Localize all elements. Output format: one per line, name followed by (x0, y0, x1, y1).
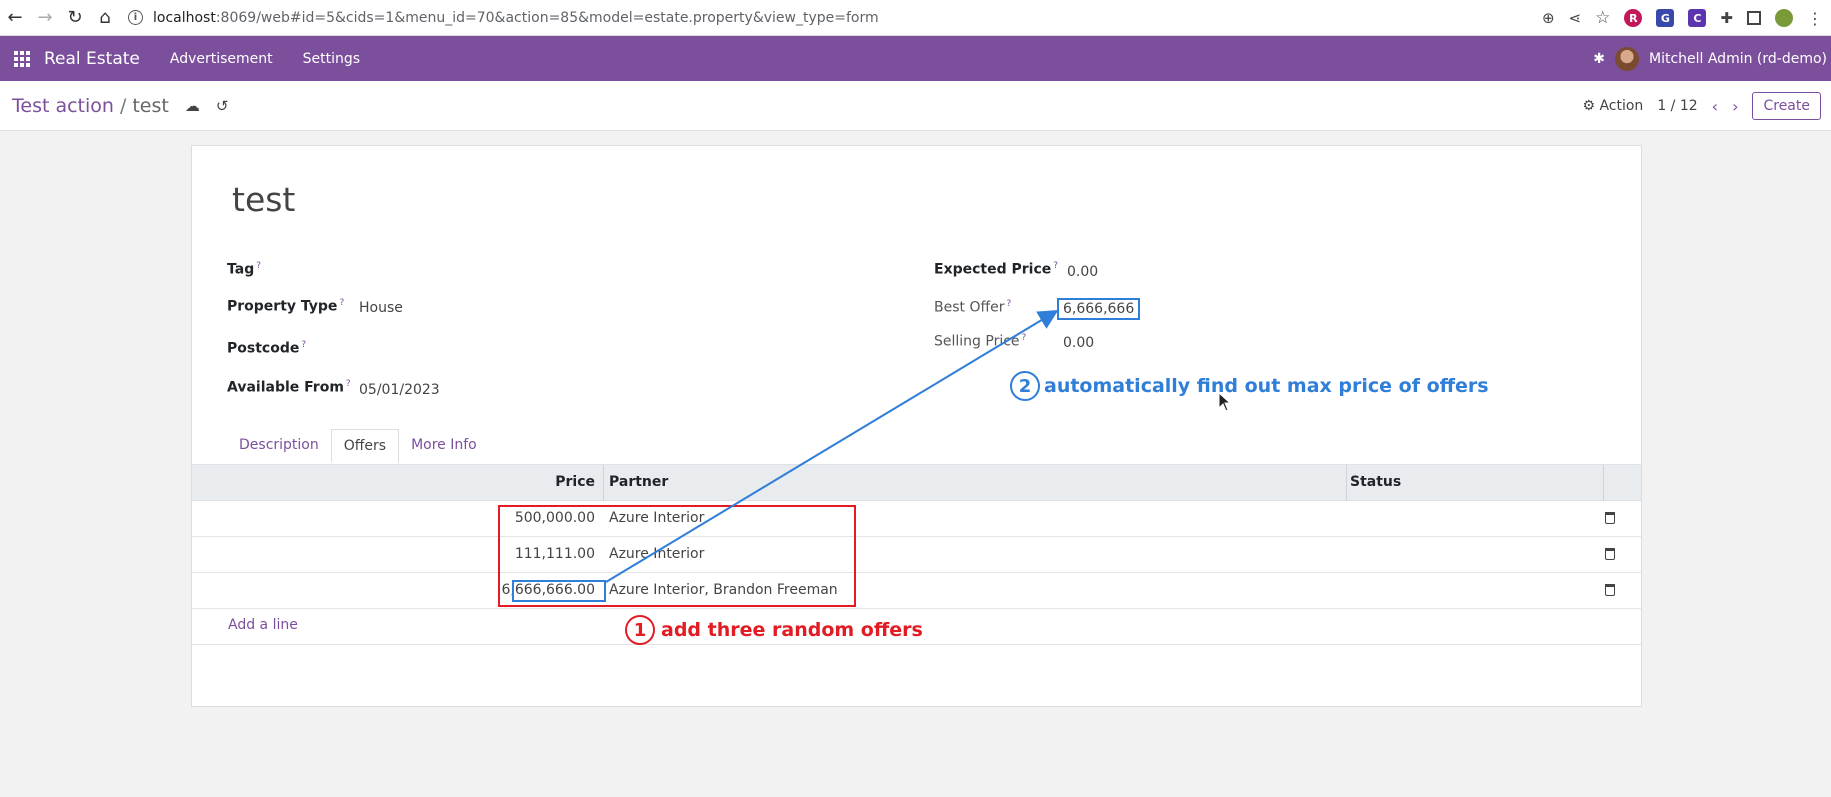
share-icon[interactable]: ⋖ (1569, 9, 1582, 27)
tab-description[interactable]: Description (227, 429, 331, 463)
browser-toolbar: ← → ↻ ⌂ i localhost:8069/web#id=5&cids=1… (0, 0, 1831, 36)
field-label-postcode: Postcode? (227, 340, 306, 357)
trash-icon[interactable] (1605, 584, 1615, 596)
pager-value[interactable]: 1 / 12 (1657, 98, 1697, 114)
property-type-label-text: Property Type (227, 298, 338, 315)
app-brand[interactable]: Real Estate (44, 49, 140, 69)
field-label-expected-price: Expected Price? (934, 261, 1058, 278)
help-mark[interactable]: ? (301, 340, 306, 350)
discard-icon[interactable]: ↺ (216, 97, 229, 115)
field-label-available-from: Available From? (227, 379, 351, 396)
field-value-best-offer: 6,666,666 (1057, 298, 1141, 320)
field-label-selling-price: Selling Price? (934, 333, 1026, 350)
breadcrumb-separator: / (119, 94, 127, 117)
record-title[interactable]: test (232, 180, 295, 219)
field-label-tag: Tag? (227, 261, 261, 278)
postcode-label-text: Postcode (227, 340, 300, 357)
back-icon[interactable]: ← (0, 3, 30, 33)
add-line-link[interactable]: Add a line (228, 617, 298, 633)
create-button[interactable]: Create (1752, 92, 1821, 120)
puzzle-icon[interactable]: ✚ (1720, 9, 1733, 27)
extension-icon[interactable]: R (1624, 9, 1643, 27)
table-row[interactable]: 500,000.00 Azure Interior (192, 501, 1641, 537)
user-menu[interactable]: Mitchell Admin (rd-demo) (1649, 51, 1827, 67)
action-label: Action (1599, 98, 1644, 114)
trash-icon[interactable] (1605, 548, 1615, 560)
best-offer-label-text: Best Offer (934, 299, 1005, 316)
pager-prev-icon[interactable]: ‹ (1712, 97, 1718, 116)
gear-icon: ⚙ (1582, 98, 1595, 114)
address-bar[interactable]: i localhost:8069/web#id=5&cids=1&menu_id… (128, 10, 879, 26)
main-navbar: Real Estate Advertisement Settings ✱ Mit… (0, 36, 1831, 81)
kebab-menu-icon[interactable]: ⋮ (1807, 9, 1823, 28)
profile-icon[interactable] (1775, 9, 1793, 27)
notebook-tabs: Description Offers More Info (227, 429, 489, 463)
breadcrumb-parent[interactable]: Test action (12, 95, 114, 117)
breadcrumb-current: test (132, 94, 169, 117)
table-row[interactable]: 6,666,666.00 Azure Interior, Brandon Fre… (192, 573, 1641, 609)
help-mark[interactable]: ? (339, 298, 344, 308)
reload-icon[interactable]: ↻ (60, 3, 90, 33)
help-mark[interactable]: ? (1053, 261, 1058, 271)
tab-offers[interactable]: Offers (330, 429, 400, 463)
step-2-text: automatically find out max price of offe… (1044, 375, 1489, 397)
url-path: :8069/web#id=5&cids=1&menu_id=70&action=… (215, 9, 879, 26)
annotation-blue-box (512, 580, 606, 602)
step-1-number: 1 (625, 615, 655, 645)
help-mark[interactable]: ? (256, 261, 261, 271)
column-divider (603, 465, 604, 501)
selling-price-label-text: Selling Price (934, 333, 1020, 350)
trash-icon[interactable] (1605, 512, 1615, 524)
column-header-partner[interactable]: Partner (609, 474, 668, 490)
table-row[interactable]: 111,111.00 Azure Interior (192, 537, 1641, 573)
annotation-step-1: 1 add three random offers (625, 615, 923, 645)
home-icon[interactable]: ⌂ (90, 3, 120, 33)
help-mark[interactable]: ? (1022, 333, 1027, 343)
apps-grid-icon[interactable] (14, 50, 30, 67)
offers-list-header: Price Partner Status (192, 464, 1641, 501)
field-value-available-from[interactable]: 05/01/2023 (359, 382, 440, 398)
column-divider (1603, 465, 1604, 501)
column-divider (1346, 465, 1347, 501)
tab-more-info[interactable]: More Info (399, 429, 489, 463)
help-mark[interactable]: ? (1007, 299, 1012, 309)
avatar[interactable] (1614, 46, 1639, 71)
column-header-price[interactable]: Price (555, 474, 595, 490)
field-value-selling-price: 0.00 (1063, 335, 1095, 351)
field-value-expected-price[interactable]: 0.00 (1067, 264, 1098, 280)
c-extension-icon[interactable]: C (1688, 9, 1707, 27)
tag-label-text: Tag (227, 261, 255, 278)
column-header-status[interactable]: Status (1350, 474, 1401, 490)
action-menu-button[interactable]: ⚙ Action (1582, 98, 1643, 114)
info-icon[interactable]: i (128, 10, 143, 25)
save-cloud-icon[interactable]: ☁ (185, 97, 200, 115)
debug-bug-icon[interactable]: ✱ (1593, 51, 1605, 67)
mouse-cursor-icon (1218, 392, 1232, 412)
help-mark[interactable]: ? (346, 379, 351, 389)
annotation-step-2: 2 automatically find out max price of of… (1010, 371, 1489, 401)
field-label-best-offer: Best Offer? (934, 299, 1011, 316)
forward-icon[interactable]: → (30, 3, 60, 33)
available-from-label-text: Available From (227, 379, 344, 396)
breadcrumb: Test action / test (12, 95, 169, 117)
field-value-property-type[interactable]: House (359, 300, 403, 316)
url-host: localhost (153, 9, 216, 26)
pager-next-icon[interactable]: › (1732, 97, 1738, 116)
field-label-property-type: Property Type? (227, 298, 344, 315)
control-panel: Test action / test ☁ ↺ ⚙ Action 1 / 12 ‹ ›… (0, 81, 1831, 131)
expected-price-label-text: Expected Price (934, 261, 1052, 278)
menu-settings[interactable]: Settings (303, 51, 360, 67)
translate-extension-icon[interactable]: G (1656, 9, 1675, 27)
menu-advertisement[interactable]: Advertisement (170, 51, 273, 67)
step-2-number: 2 (1010, 371, 1040, 401)
zoom-icon[interactable]: ⊕ (1542, 9, 1555, 27)
bookmark-star-icon[interactable]: ☆ (1595, 8, 1610, 28)
step-1-text: add three random offers (661, 619, 923, 641)
sidepanel-icon[interactable] (1747, 11, 1761, 25)
